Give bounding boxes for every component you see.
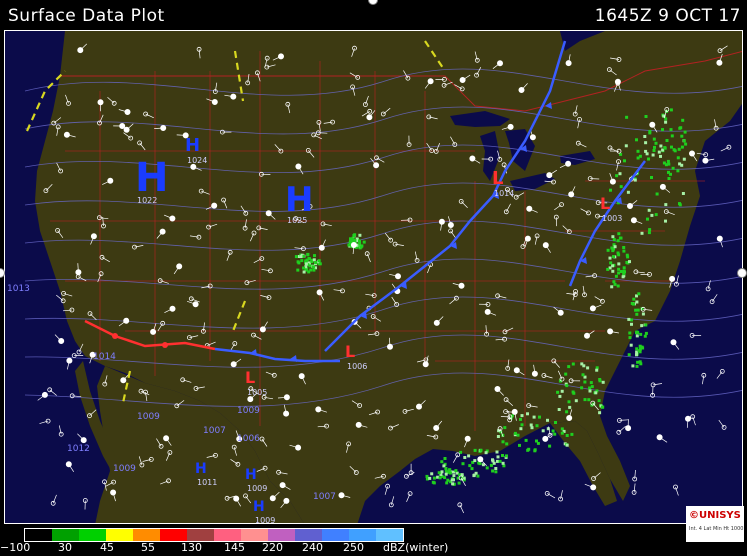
legend-swatch [52, 529, 79, 541]
pressure-center-letter: H [185, 135, 200, 156]
legend-swatch [349, 529, 376, 541]
pressure-center-letter: H [285, 180, 313, 220]
pressure-center-value: 1024 [187, 156, 207, 165]
legend-tick-label: 220 [262, 541, 283, 554]
legend-color-bar [24, 528, 404, 542]
isobar-label: 1007 [203, 426, 226, 436]
legend-swatch [322, 529, 349, 541]
pressure-center-value: 1009 [247, 484, 267, 493]
pressure-center-value: 1003 [602, 214, 622, 223]
weather-map[interactable]: H 1022 H 1024 H 1025 L 1014 L 1003 L 1006 L 1005 H 1011… [4, 30, 743, 524]
legend-tick-label: 45 [100, 541, 114, 554]
pressure-center-letter: H [135, 155, 168, 201]
pressure-center-letter: H [245, 467, 257, 483]
legend-swatch [25, 529, 52, 541]
logo-brand: ©UNISYS [689, 510, 741, 521]
radar-legend: −100 30 45 55 130 145 220 240 250 dBZ(winter) [0, 524, 747, 556]
pressure-center-letter: L [245, 368, 255, 387]
pressure-center-value: 1025 [287, 216, 307, 225]
pressure-center-value: 1009 [255, 516, 275, 524]
chart-title: Surface Data Plot [8, 6, 165, 26]
pressure-center-letter: L [492, 168, 503, 189]
pressure-center-value: 1022 [137, 196, 157, 205]
legend-tick-label: 30 [58, 541, 72, 554]
pressure-center-letter: L [345, 342, 355, 361]
isobar-label: 1009 [137, 412, 160, 422]
legend-swatch [187, 529, 214, 541]
legend-swatch [106, 529, 133, 541]
pressure-center-value: 1005 [247, 388, 267, 397]
legend-swatch [160, 529, 187, 541]
isobar-label: 1013 [7, 284, 30, 294]
observation-time: 1645Z 9 OCT 17 [594, 6, 741, 26]
logo-fine-print: Int. 4 Lat Min Ht 1000 [689, 526, 744, 532]
isobar-label: 1012 [67, 444, 90, 454]
isobar-label: 1007 [313, 492, 336, 502]
isobar-label: 1014 [93, 352, 116, 362]
legend-swatch [268, 529, 295, 541]
legend-swatch [214, 529, 241, 541]
pressure-center-letter: H [253, 499, 265, 515]
legend-tick-label: 240 [302, 541, 323, 554]
legend-swatch [241, 529, 268, 541]
isobar-label: 1006 [237, 434, 260, 444]
isobar-label: 1009 [237, 406, 260, 416]
pressure-center-value: 1014 [494, 189, 514, 198]
map-canvas: H1022H1024H1025L1014L1003L1006L1005H1011… [5, 31, 742, 524]
legend-swatch [79, 529, 106, 541]
legend-tick-label: 55 [141, 541, 155, 554]
legend-tick-label: 250 [343, 541, 364, 554]
unisys-logo: ©UNISYS Int. 4 Lat Min Ht 1000 [686, 506, 744, 542]
pressure-center-letter: H [195, 461, 207, 477]
legend-swatch [295, 529, 322, 541]
legend-tick-label: −100 [0, 541, 31, 554]
legend-tick-label: 130 [181, 541, 202, 554]
legend-swatch [133, 529, 160, 541]
pressure-center-value: 1011 [197, 478, 217, 487]
legend-unit: dBZ(winter) [383, 541, 449, 554]
isobar-label: 1009 [113, 464, 136, 474]
resize-handle-right[interactable] [737, 268, 747, 278]
pressure-center-letter: L [600, 194, 610, 213]
legend-tick-label: 145 [224, 541, 245, 554]
legend-swatch [376, 529, 403, 541]
pressure-center-value: 1006 [347, 362, 367, 371]
